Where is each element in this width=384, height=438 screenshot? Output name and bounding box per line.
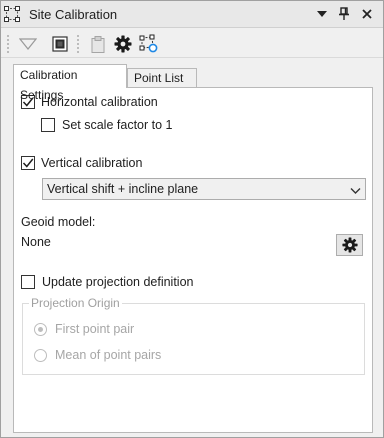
tab-strip: Calibration Settings Point List (13, 64, 373, 102)
tab-label: Point List (134, 71, 184, 85)
vertical-method-value: Vertical shift + incline plane (47, 182, 199, 196)
site-calibration-icon (4, 6, 20, 22)
close-icon[interactable] (358, 5, 376, 23)
first-point-pair-radio[interactable] (34, 323, 47, 336)
calibration-settings-pane: Horizontal calibration Set scale factor … (13, 87, 373, 433)
gear-icon (341, 237, 358, 253)
clipboard-icon[interactable] (87, 33, 109, 55)
toolbar-grip[interactable] (6, 34, 10, 53)
chevron-down-icon (350, 184, 361, 198)
update-projection-label[interactable]: Update projection definition (42, 275, 194, 289)
window-title: Site Calibration (29, 7, 118, 22)
projection-origin-legend: Projection Origin (29, 296, 122, 310)
geoid-model-label: Geoid model: (21, 215, 96, 229)
view-icon[interactable] (49, 33, 71, 55)
dropdown-arrow-icon[interactable] (313, 5, 331, 23)
mean-of-point-pairs-radio[interactable] (34, 349, 47, 362)
title-bar: Site Calibration (1, 1, 383, 28)
vertical-method-select[interactable]: Vertical shift + incline plane (42, 178, 366, 200)
pin-icon[interactable] (335, 5, 353, 23)
filter-icon[interactable] (17, 33, 39, 55)
geoid-settings-button[interactable] (336, 234, 363, 256)
toolbar-separator (76, 34, 80, 53)
update-projection-checkbox[interactable] (21, 275, 35, 289)
radio-selected-dot (38, 327, 43, 332)
projection-origin-group: Projection Origin First point pair Mean … (22, 296, 365, 375)
site-calibration-panel: Site Calibration Calibration Settings Po… (0, 0, 384, 438)
vertical-calibration-checkbox[interactable] (21, 156, 35, 170)
calibration-network-icon[interactable] (137, 33, 159, 55)
tab-point-list[interactable]: Point List (127, 68, 197, 87)
scale-factor-label[interactable]: Set scale factor to 1 (62, 118, 172, 132)
gear-icon[interactable] (112, 33, 134, 55)
tab-calibration-settings[interactable]: Calibration Settings (13, 64, 127, 102)
vertical-calibration-label[interactable]: Vertical calibration (41, 156, 142, 170)
scale-factor-checkbox[interactable] (41, 118, 55, 132)
geoid-model-value: None (21, 235, 51, 249)
first-point-pair-label[interactable]: First point pair (55, 322, 134, 336)
mean-of-point-pairs-label[interactable]: Mean of point pairs (55, 348, 161, 362)
toolbar (1, 29, 383, 58)
